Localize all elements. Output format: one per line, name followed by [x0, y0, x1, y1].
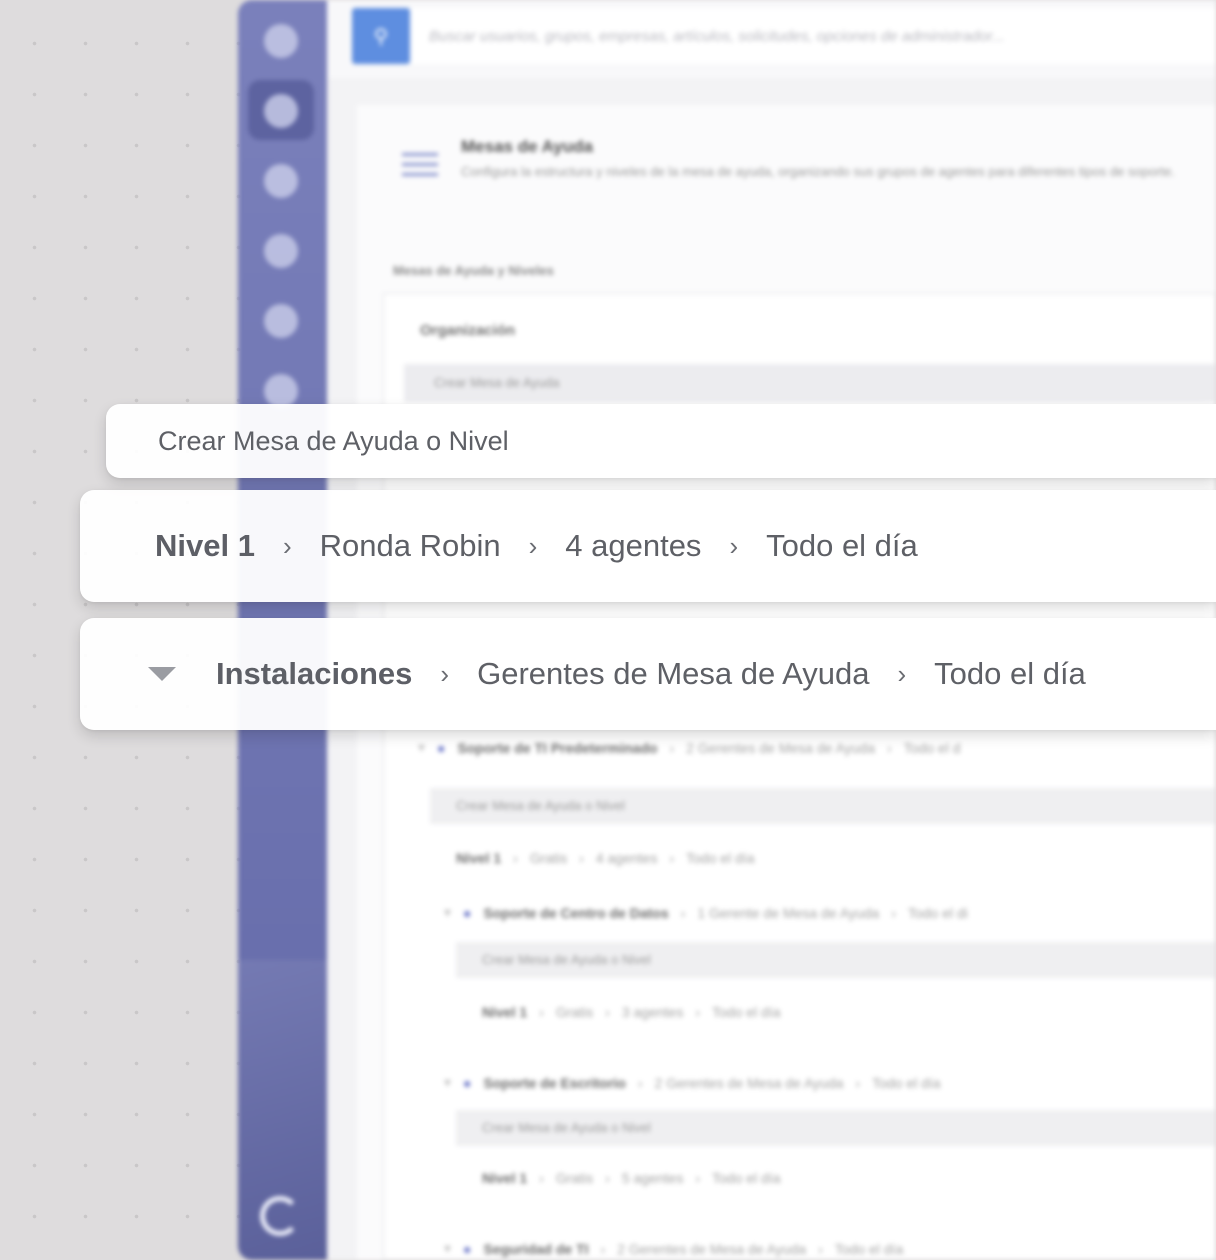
- desk-name: Seguridad de TI: [483, 1240, 589, 1257]
- breadcrumb-separator: ›: [539, 1170, 544, 1186]
- desk-managers: 2 Gerentes de Mesa de Ayuda: [617, 1240, 807, 1257]
- desk-managers: 1 Gerente de Mesa de Ayuda: [697, 904, 880, 921]
- level-agents: 4 agentes: [565, 528, 702, 563]
- department-icon: ●: [437, 739, 446, 756]
- breadcrumb-separator: ›: [855, 1074, 861, 1091]
- desk-managers: 2 Gerentes de Mesa de Ayuda: [686, 739, 875, 756]
- breadcrumb-separator: ›: [605, 1004, 610, 1020]
- organization-label: Organización: [420, 322, 516, 339]
- create-level-label: Crear Mesa de Ayuda o Nivel: [158, 425, 509, 456]
- breadcrumb-separator: ›: [600, 1240, 606, 1257]
- desk-managers: Gerentes de Mesa de Ayuda: [477, 656, 870, 691]
- desk-name: Soporte de TI Predeterminado: [457, 739, 658, 756]
- breadcrumb-separator: ›: [695, 1170, 700, 1186]
- desk-card[interactable]: Instalaciones › Gerentes de Mesa de Ayud…: [80, 618, 1216, 730]
- chevron-down-icon[interactable]: [148, 667, 176, 681]
- level-row[interactable]: Nivel 1 › Gratis › 4 agentes › Todo el d…: [456, 850, 1215, 866]
- desk-row[interactable]: ▾ ● Soporte de Centro de Datos › 1 Geren…: [444, 904, 1215, 921]
- section-label: Mesas de Ayuda y Niveles: [393, 263, 554, 278]
- department-icon: ●: [463, 1240, 472, 1257]
- breadcrumb-separator: ›: [886, 739, 892, 756]
- level-card[interactable]: Nivel 1 › Ronda Robin › 4 agentes › Todo…: [80, 490, 1216, 602]
- top-bar: ⚲ Buscar usuarios, grupos, empresas, art…: [327, 0, 1216, 78]
- level-mode: Ronda Robin: [319, 528, 501, 563]
- chevron-down-icon[interactable]: ▾: [444, 1240, 451, 1257]
- users-icon[interactable]: [264, 164, 298, 198]
- desk-hours: Todo el día: [872, 1074, 941, 1091]
- breadcrumb-separator: ›: [680, 904, 686, 921]
- desk-name: Instalaciones: [216, 656, 413, 691]
- search-icon: ⚲: [373, 25, 389, 48]
- level-mode: Gratis: [555, 1004, 594, 1020]
- desk-row[interactable]: ▾ ● Soporte de TI Predeterminado › 2 Ger…: [418, 739, 1215, 756]
- level-name: Nivel 1: [456, 850, 502, 866]
- level-hours: Todo el día: [766, 528, 918, 563]
- level-mode: Gratis: [529, 850, 568, 866]
- desk-row[interactable]: ▾ ● Seguridad de TI › 2 Gerentes de Mesa…: [444, 1240, 1215, 1257]
- level-agents: 4 agentes: [595, 850, 658, 866]
- level-name: Nivel 1: [155, 528, 255, 563]
- level-name: Nivel 1: [482, 1170, 528, 1186]
- page-description: Configura la estructura y niveles de la …: [461, 164, 1175, 179]
- create-level-button[interactable]: Crear Mesa de Ayuda o Nivel: [456, 1110, 1215, 1146]
- breadcrumb: Instalaciones › Gerentes de Mesa de Ayud…: [216, 656, 1086, 692]
- desk-name: Soporte de Escritorio: [483, 1074, 626, 1091]
- breadcrumb-separator: ›: [605, 1170, 610, 1186]
- create-level-button[interactable]: Crear Mesa de Ayuda o Nivel: [456, 942, 1215, 978]
- department-icon: ●: [463, 904, 472, 921]
- level-agents: 5 agentes: [621, 1170, 684, 1186]
- desk-hours: Todo el día: [834, 1240, 904, 1257]
- create-helpdesk-button[interactable]: Crear Mesa de Ayuda: [404, 364, 1215, 402]
- create-level-card[interactable]: Crear Mesa de Ayuda o Nivel: [106, 404, 1216, 478]
- desk-hours: Todo el di: [907, 904, 968, 921]
- level-name: Nivel 1: [482, 1004, 528, 1020]
- breadcrumb-separator: ›: [669, 739, 675, 756]
- page-title: Mesas de Ayuda: [461, 137, 593, 156]
- level-hours: Todo el día: [712, 1170, 781, 1186]
- breadcrumb-separator: ›: [897, 658, 907, 689]
- breadcrumb-separator: ›: [282, 530, 292, 561]
- breadcrumb-separator: ›: [669, 850, 674, 866]
- globe-icon[interactable]: [264, 234, 298, 268]
- level-row[interactable]: Nivel 1 › Gratis › 3 agentes › Todo el d…: [482, 1004, 1215, 1020]
- chevron-down-icon[interactable]: ▾: [444, 1074, 451, 1091]
- desk-row[interactable]: ▾ ● Soporte de Escritorio › 2 Gerentes d…: [444, 1074, 1215, 1091]
- level-hours: Todo el día: [686, 850, 755, 866]
- desk-hours: Todo el día: [934, 656, 1086, 691]
- breadcrumb-separator: ›: [637, 1074, 643, 1091]
- level-mode: Gratis: [555, 1170, 594, 1186]
- chevron-down-icon[interactable]: ▾: [444, 904, 451, 921]
- breadcrumb-separator: ›: [539, 1004, 544, 1020]
- desk-hours: Todo el d: [903, 739, 961, 756]
- breadcrumb: Nivel 1 › Ronda Robin › 4 agentes › Todo…: [155, 528, 918, 564]
- breadcrumb-separator: ›: [729, 530, 739, 561]
- breadcrumb-separator: ›: [891, 904, 896, 921]
- create-level-button[interactable]: Crear Mesa de Ayuda o Nivel: [430, 788, 1215, 824]
- dashboard-icon[interactable]: [264, 24, 298, 58]
- level-hours: Todo el día: [712, 1004, 781, 1020]
- breadcrumb-separator: ›: [513, 850, 518, 866]
- briefcase-icon[interactable]: [264, 94, 298, 128]
- chevron-down-icon[interactable]: ▾: [418, 739, 425, 756]
- logo-icon: [260, 1196, 300, 1236]
- desk-name: Soporte de Centro de Datos: [483, 904, 669, 921]
- desk-managers: 2 Gerentes de Mesa de Ayuda: [654, 1074, 844, 1091]
- level-agents: 3 agentes: [621, 1004, 684, 1020]
- breadcrumb-separator: ›: [695, 1004, 700, 1020]
- search-input[interactable]: Buscar usuarios, grupos, empresas, artíc…: [411, 8, 1216, 64]
- level-row[interactable]: Nivel 1 › Gratis › 5 agentes › Todo el d…: [482, 1170, 1215, 1186]
- search-button[interactable]: ⚲: [352, 8, 410, 64]
- list-icon: [402, 153, 438, 183]
- breadcrumb-separator: ›: [528, 530, 538, 561]
- breadcrumb-separator: ›: [818, 1240, 823, 1257]
- reports-icon[interactable]: [264, 304, 298, 338]
- breadcrumb-separator: ›: [579, 850, 584, 866]
- breadcrumb-separator: ›: [440, 658, 450, 689]
- inventory-icon[interactable]: [264, 374, 298, 408]
- department-icon: ●: [463, 1074, 472, 1091]
